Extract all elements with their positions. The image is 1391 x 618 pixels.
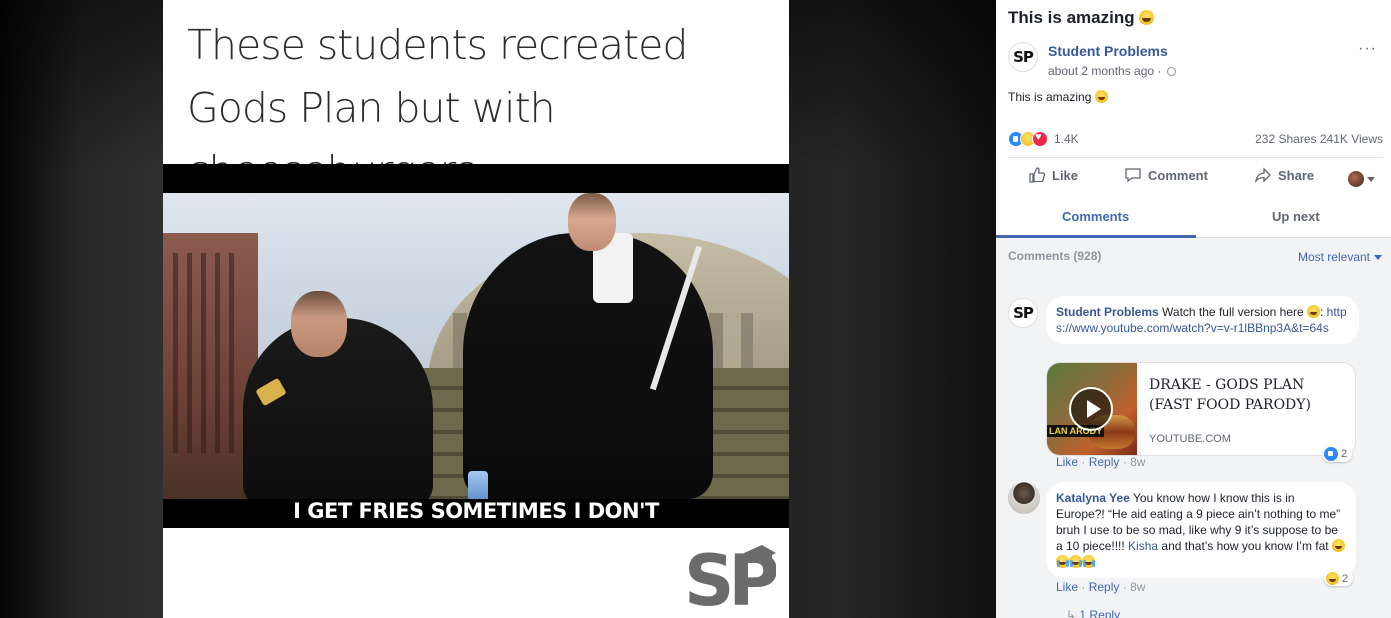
- link-card-domain: YOUTUBE.COM: [1149, 433, 1231, 445]
- separator: ·: [1122, 455, 1127, 469]
- post-time-text[interactable]: about 2 months ago ·: [1048, 64, 1161, 78]
- crying-emoji-icon: [1069, 555, 1082, 568]
- post-text-body: This is amazing: [1008, 90, 1092, 104]
- comment-reactions[interactable]: 2: [1322, 446, 1353, 462]
- laughing-emoji-icon: [1094, 90, 1108, 103]
- link-preview-card[interactable]: LAN ARODY DRAKE - GODS PLAN (FAST FOOD P…: [1046, 362, 1356, 456]
- separator: ·: [1081, 455, 1086, 469]
- comment-reaction-count: 2: [1342, 572, 1349, 585]
- comment-author[interactable]: Katalyna Yee: [1056, 491, 1130, 505]
- post-title: This is amazing: [1008, 8, 1155, 28]
- scene-head-right: [568, 193, 616, 251]
- reaction-count[interactable]: 1.4K: [1054, 132, 1079, 146]
- play-icon[interactable]: [1069, 387, 1113, 431]
- video-subtitle: I GET FRIES SOMETIMES I DON'T: [293, 499, 659, 523]
- post-stats: 232 Shares 241K Views: [1255, 132, 1383, 146]
- separator: ·: [1122, 580, 1127, 594]
- like-reaction-icon: [1324, 447, 1338, 461]
- comment-reply-link[interactable]: Reply: [1089, 455, 1120, 469]
- views-count: 241K Views: [1319, 132, 1383, 146]
- divider: [1008, 157, 1383, 158]
- comment-reactions[interactable]: 2: [1324, 571, 1354, 586]
- sort-dropdown[interactable]: Most relevant: [1298, 250, 1382, 264]
- reactions-summary[interactable]: 1.4K: [1008, 131, 1079, 147]
- comment-bubble: Katalyna Yee You know how I know this is…: [1046, 482, 1356, 578]
- page-avatar[interactable]: SP: [1008, 42, 1038, 72]
- view-replies-link[interactable]: ↳ 1 Reply: [1066, 608, 1120, 618]
- comment-meta: Like · Reply · 8w: [1056, 455, 1145, 469]
- rofl-emoji-icon: [1331, 539, 1345, 552]
- reaction-identity-selector[interactable]: [1348, 171, 1375, 187]
- comment-like-link[interactable]: Like: [1056, 455, 1078, 469]
- comment-text: Watch the full version here: [1162, 305, 1304, 319]
- comment-button[interactable]: Comment: [1124, 166, 1208, 184]
- scene-bottle: [468, 471, 488, 499]
- share-arrow-icon: [1255, 167, 1271, 184]
- video-player[interactable]: These students recreated Gods Plan but w…: [163, 0, 789, 618]
- sort-label: Most relevant: [1297, 250, 1370, 264]
- page-name-link[interactable]: Student Problems: [1048, 43, 1168, 59]
- comment-age[interactable]: 8w: [1130, 455, 1145, 469]
- user-avatar-icon: [1348, 171, 1364, 187]
- like-button-label: Like: [1052, 167, 1079, 183]
- haha-reaction-icon: [1326, 572, 1339, 585]
- tab-comments[interactable]: Comments: [1062, 209, 1129, 224]
- love-reaction-icon: [1032, 131, 1048, 147]
- comment-reply-link[interactable]: Reply: [1089, 580, 1120, 594]
- video-scene: [163, 193, 789, 499]
- laughing-emoji-icon: [1139, 10, 1155, 25]
- comment-avatar[interactable]: SP: [1008, 298, 1038, 328]
- scene-person-right: [463, 233, 713, 499]
- post-panel: This is amazing SP Student Problems abou…: [996, 0, 1391, 618]
- more-options-icon[interactable]: ···: [1358, 40, 1377, 58]
- comment-age[interactable]: 8w: [1130, 580, 1145, 594]
- video-thumbnail: LAN ARODY: [1047, 363, 1137, 455]
- separator: ·: [1081, 580, 1086, 594]
- comment-meta: Like · Reply · 8w: [1056, 580, 1145, 594]
- link-card-title: DRAKE - GODS PLAN (FAST FOOD PARODY): [1149, 377, 1311, 413]
- crying-emoji-icon: [1082, 555, 1095, 568]
- shares-count[interactable]: 232 Shares: [1255, 132, 1316, 146]
- chevron-down-icon: [1367, 176, 1375, 182]
- comment-bubble: Student Problems Watch the full version …: [1046, 296, 1359, 344]
- like-button[interactable]: Like: [1028, 166, 1078, 184]
- comment-reaction-count: 2: [1341, 448, 1348, 460]
- chevron-down-icon: [1374, 254, 1382, 260]
- post-actions: Like Comment Share: [996, 166, 1391, 190]
- comment-mention[interactable]: Kisha: [1128, 539, 1158, 553]
- post-timestamp[interactable]: about 2 months ago ·: [1048, 64, 1176, 78]
- comment-author[interactable]: Student Problems: [1056, 305, 1159, 319]
- comment-avatar[interactable]: [1008, 482, 1040, 514]
- comment-like-link[interactable]: Like: [1056, 580, 1078, 594]
- thumbs-up-icon: [1029, 167, 1046, 183]
- comment-button-label: Comment: [1148, 167, 1208, 183]
- tab-up-next[interactable]: Up next: [1272, 209, 1320, 224]
- comment-text-end: and that’s how you know I’m fat: [1158, 539, 1329, 553]
- panel-tabs: Comments Up next: [996, 200, 1391, 238]
- sp-watermark-logo: SP: [684, 540, 776, 611]
- laughing-emoji-icon: [1307, 305, 1320, 318]
- share-button[interactable]: Share: [1254, 166, 1314, 184]
- video-frame[interactable]: I GET FRIES SOMETIMES I DON'T: [163, 164, 789, 528]
- post-title-text: This is amazing: [1008, 8, 1135, 27]
- globe-icon: [1166, 67, 1176, 76]
- scene-head-left: [291, 291, 347, 357]
- comments-section: Comments (928) Most relevant SP Student …: [996, 238, 1391, 618]
- comments-count: Comments (928): [1008, 249, 1102, 263]
- crying-emoji-icon: [1056, 555, 1069, 568]
- comment-icon: [1125, 168, 1141, 183]
- post-text: This is amazing: [1008, 90, 1108, 104]
- replies-count[interactable]: 1 Reply: [1079, 608, 1120, 618]
- reply-arrow-icon: ↳: [1066, 608, 1077, 618]
- share-button-label: Share: [1278, 167, 1315, 183]
